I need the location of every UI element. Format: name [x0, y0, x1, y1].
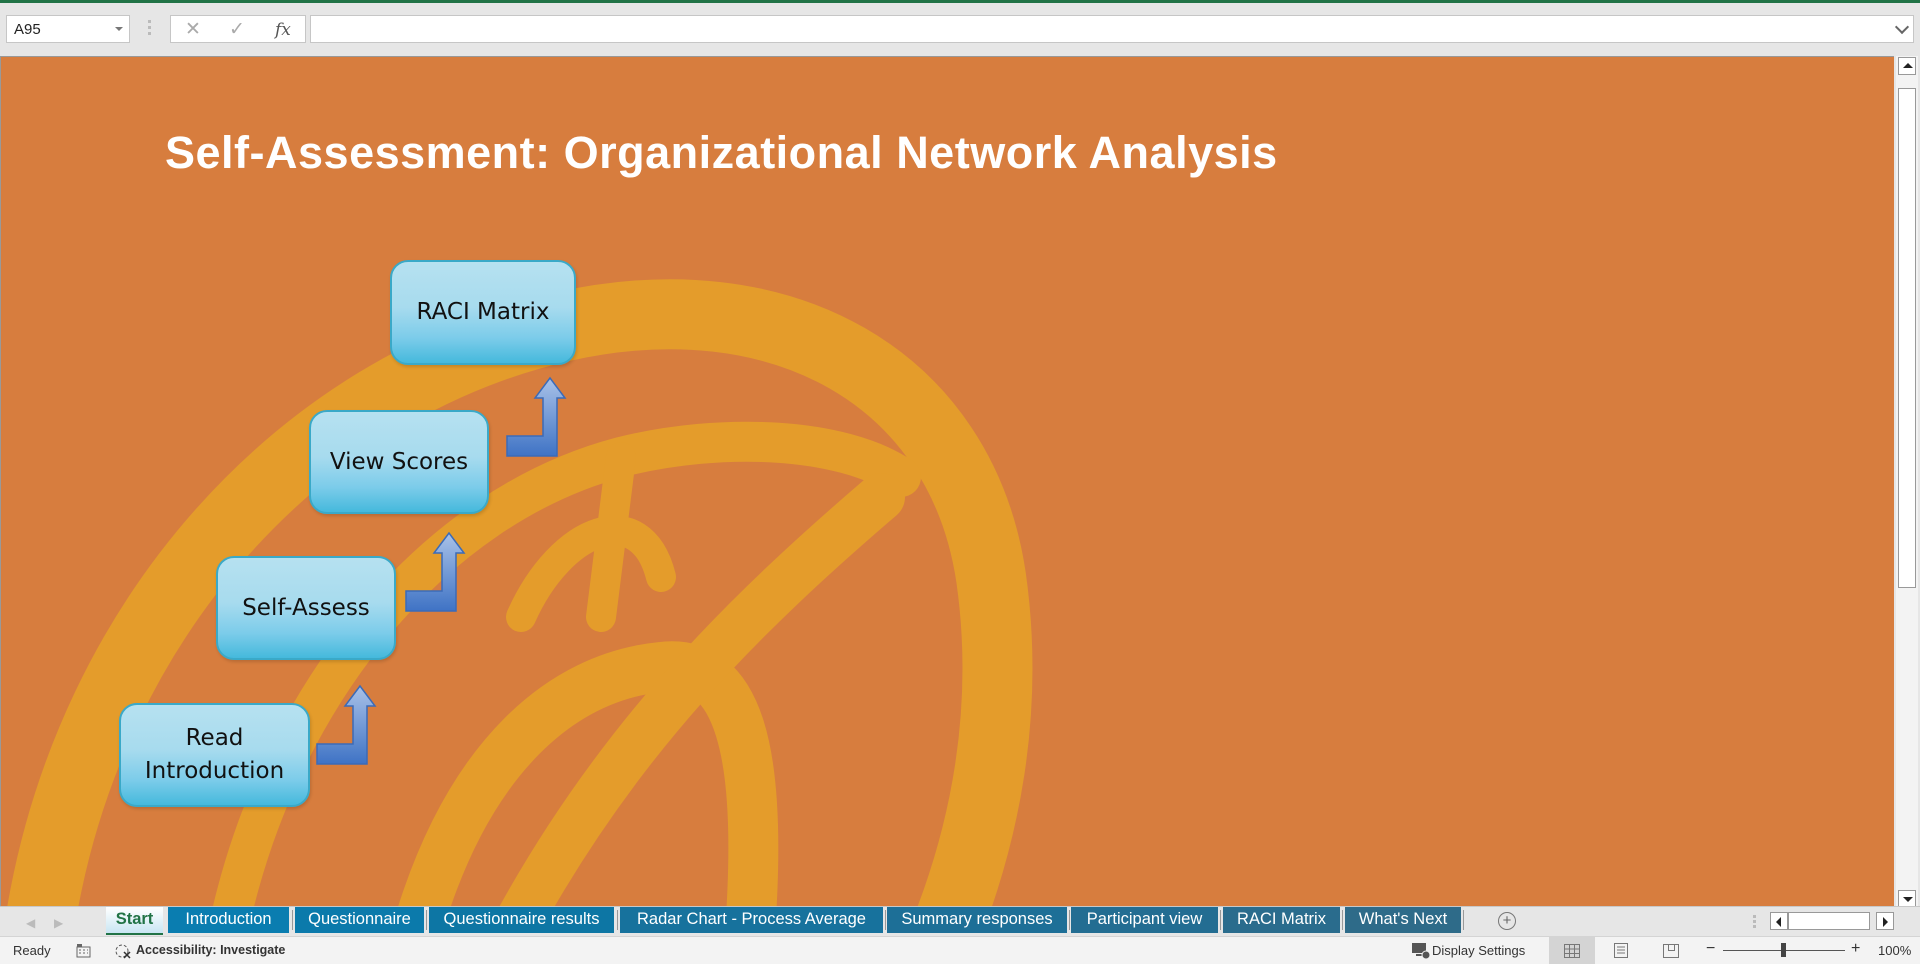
self-assess-label: Self-Assess [242, 594, 370, 621]
add-sheet-icon[interactable]: + [1498, 912, 1516, 930]
page-title: Self-Assessment: Organizational Network … [165, 127, 1278, 178]
tab-questionnaire[interactable]: Questionnaire [295, 907, 424, 933]
expand-formula-bar-icon[interactable] [1894, 19, 1910, 35]
page-break-icon [1663, 943, 1679, 958]
page-layout-view-button[interactable] [1598, 937, 1644, 964]
read-introduction-label: Read Introduction [145, 722, 284, 788]
scroll-left-icon[interactable] [1770, 912, 1788, 930]
tab-whats-next[interactable]: What's Next [1345, 907, 1461, 933]
display-settings-button[interactable]: Display Settings [1432, 943, 1525, 958]
horizontal-scroll-thumb[interactable] [1788, 912, 1870, 930]
vertical-scrollbar[interactable] [1896, 56, 1918, 908]
tab-separator [1342, 910, 1343, 930]
worksheet-area[interactable]: Self-Assessment: Organizational Network … [0, 56, 1894, 906]
tab-summary-responses[interactable]: Summary responses [887, 907, 1067, 933]
tab-separator [1220, 910, 1221, 930]
scroll-up-icon[interactable] [1898, 57, 1916, 75]
tab-separator [1069, 910, 1070, 930]
page-layout-icon [1614, 943, 1628, 958]
read-introduction-line1: Read [185, 725, 244, 751]
view-scores-label: View Scores [329, 448, 469, 475]
tab-scroll-right-icon[interactable]: ▶ [54, 916, 63, 930]
read-introduction-line2: Introduction [144, 758, 285, 784]
formula-bar-grip-icon[interactable] [148, 20, 151, 38]
tab-participant-view[interactable]: Participant view [1071, 907, 1218, 933]
tab-questionnaire-results[interactable]: Questionnaire results [429, 907, 614, 933]
tab-separator [617, 910, 618, 930]
horizontal-scrollbar[interactable] [1770, 912, 1896, 932]
tab-separator [292, 910, 293, 930]
bent-arrow-up-icon [316, 684, 377, 765]
enter-icon[interactable]: ✓ [229, 18, 245, 41]
formula-bar: A95 ✕ ✓ fx [0, 3, 1920, 56]
tab-separator [885, 910, 886, 930]
tab-separator [426, 910, 427, 930]
tab-radar-chart-process-average[interactable]: Radar Chart - Process Average [620, 907, 883, 933]
name-box[interactable]: A95 [6, 15, 130, 43]
tab-start[interactable]: Start [106, 907, 163, 935]
bent-arrow-up-icon [405, 531, 466, 612]
raci-matrix-button[interactable]: RACI Matrix [390, 260, 576, 365]
read-introduction-button[interactable]: Read Introduction [119, 703, 310, 807]
tab-separator [1463, 910, 1464, 930]
view-scores-button[interactable]: View Scores [309, 410, 489, 514]
formula-input[interactable] [310, 15, 1914, 43]
name-box-value: A95 [14, 21, 41, 38]
normal-view-button[interactable] [1549, 937, 1595, 964]
zoom-slider-thumb[interactable] [1781, 943, 1786, 957]
status-bar: Ready Accessibility: Investigate Display… [0, 936, 1920, 964]
status-ready: Ready [13, 943, 51, 958]
insert-function-icon[interactable]: fx [275, 20, 291, 40]
formula-buttons: ✕ ✓ fx [170, 15, 306, 43]
raci-matrix-label: RACI Matrix [416, 299, 550, 325]
normal-view-icon [1564, 943, 1580, 958]
accessibility-status[interactable]: Accessibility: Investigate [136, 943, 285, 957]
tab-splitter-handle[interactable] [1753, 915, 1756, 929]
tab-raci-matrix[interactable]: RACI Matrix [1223, 907, 1340, 933]
zoom-out-button[interactable]: − [1706, 940, 1715, 958]
vertical-scroll-thumb[interactable] [1898, 88, 1916, 588]
accessibility-icon[interactable] [114, 943, 132, 959]
tab-introduction[interactable]: Introduction [168, 907, 289, 933]
cancel-icon[interactable]: ✕ [185, 18, 201, 41]
self-assess-button[interactable]: Self-Assess [216, 556, 396, 660]
zoom-level[interactable]: 100% [1878, 943, 1911, 958]
sheet-tabs-bar: ◀ ▶ Start Introduction Questionnaire Que… [0, 906, 1920, 936]
macro-recording-icon[interactable] [76, 944, 91, 958]
page-break-preview-button[interactable] [1648, 937, 1694, 964]
name-box-dropdown-icon[interactable] [115, 27, 123, 31]
bent-arrow-up-icon [506, 376, 567, 457]
zoom-in-button[interactable]: + [1851, 940, 1860, 958]
display-settings-icon [1412, 943, 1431, 960]
scroll-right-icon[interactable] [1876, 912, 1894, 930]
tab-scroll-left-icon[interactable]: ◀ [26, 916, 35, 930]
